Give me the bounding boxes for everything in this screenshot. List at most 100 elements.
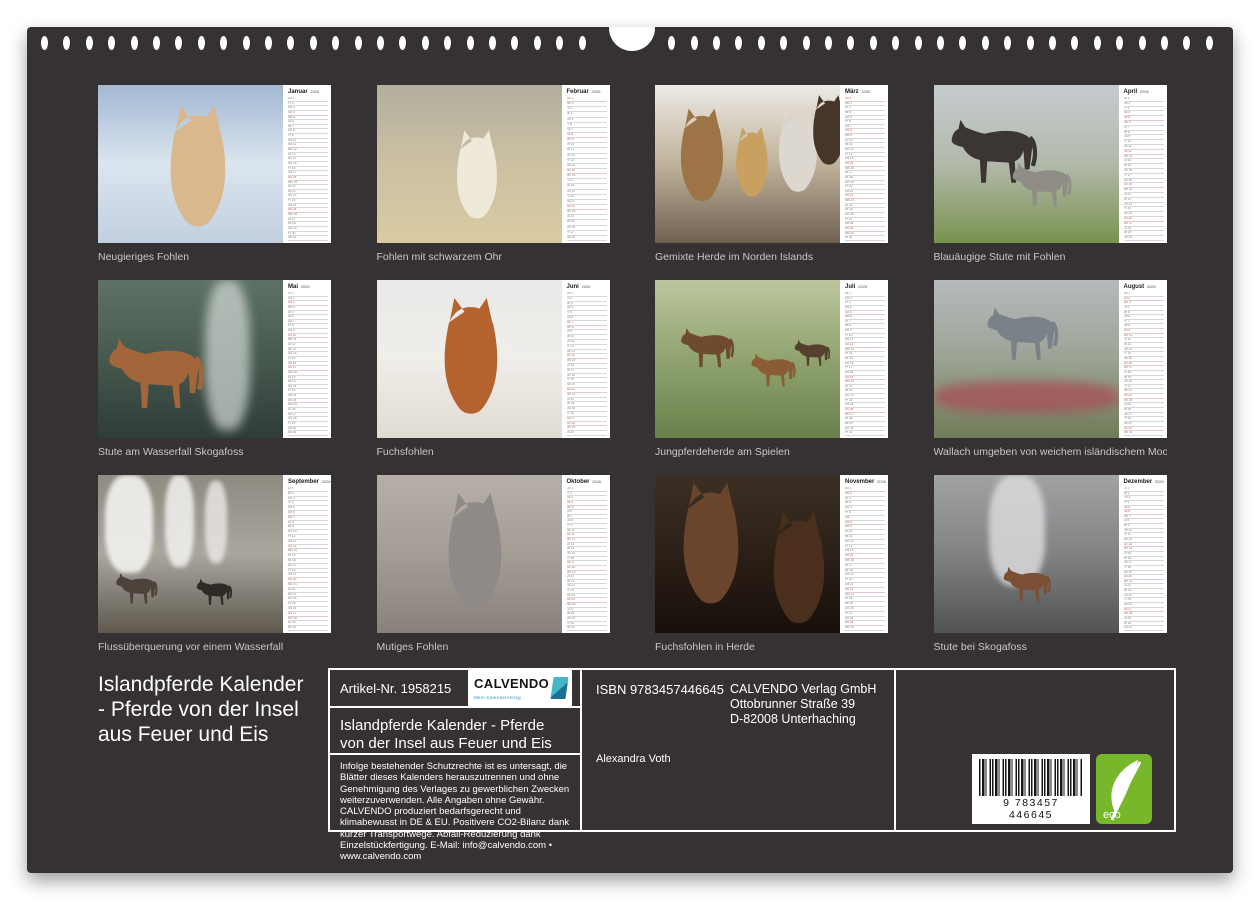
date-column: August 2026 Sa 1So 2Mo 3Di 4Mi 5Do 6Fr 7… [1119,280,1167,438]
binding-hole [1183,36,1190,50]
binding-hole [399,36,406,50]
month-title: Oktober 2026 [567,479,607,485]
month-card: November 2026 So 1Mo 2Di 3Mi 4Do 5Fr 6Sa… [655,475,888,653]
horse-photo [934,475,1119,633]
photo-caption: Fohlen mit schwarzem Ohr [377,251,610,263]
publisher-street: Ottobrunner Straße 39 [730,697,880,712]
binding-hole [265,36,272,50]
binding-hole [131,36,138,50]
month-title: August 2026 [1124,284,1164,290]
date-column: März 2026 So 1Mo 2Di 3Mi 4Do 5Fr 6Sa 7So… [840,85,888,243]
binding-hole [108,36,115,50]
day-row: Fr 31 [845,431,885,436]
date-column: November 2026 So 1Mo 2Di 3Mi 4Do 5Fr 6Sa… [840,475,888,633]
binding-hole [153,36,160,50]
binding-hole [713,36,720,50]
day-list: Mo 1Di 2Mi 3Do 4Fr 5Sa 6So 7Mo 8Di 9Mi 1… [567,292,607,436]
binding-hole [691,36,698,50]
horse-photo [655,280,840,438]
binding-hole [1206,36,1213,50]
imprint-left-column: Artikel-Nr. 1958215 CALVENDO Mein Kalend… [330,670,582,830]
binding-hole [959,36,966,50]
binding-hole [915,36,922,50]
day-list: Di 1Mi 2Do 3Fr 4Sa 5So 6Mo 7Di 8Mi 9Do 1… [288,487,328,631]
binding-hole [534,36,541,50]
horse-silhouette-icon [799,94,840,166]
horse-silhouette-icon [792,337,836,368]
article-number: Artikel-Nr. 1958215 [340,681,451,696]
horse-photo [655,85,840,243]
horse-photo [377,475,562,633]
author-name: Alexandra Voth [596,753,880,765]
binding-hole [511,36,518,50]
month-sheet: Dezember 2026 Di 1Mi 2Do 3Fr 4Sa 5So 6Mo… [934,475,1167,633]
day-row: Di 31 [845,236,885,241]
month-card: Juli 2026 Mi 1Do 2Fr 3Sa 4So 5Mo 6Di 7Mi… [655,280,888,458]
binding-hole [198,36,205,50]
month-title: Dezember 2026 [1124,479,1164,485]
month-sheet: August 2026 Sa 1So 2Mo 3Di 4Mi 5Do 6Fr 7… [934,280,1167,438]
horse-silhouette-icon [1000,563,1059,604]
horse-photo [377,280,562,438]
horse-photo [377,85,562,243]
month-card: September 2026 Di 1Mi 2Do 3Fr 4Sa 5So 6M… [98,475,331,653]
date-column: Juni 2026 Mo 1Di 2Mi 3Do 4Fr 5Sa 6So 7Mo… [562,280,610,438]
binding-hole [780,36,787,50]
day-list: Do 1Fr 2Sa 3So 4Mo 5Di 6Mi 7Do 8Fr 9Sa 1… [567,487,607,631]
binding-hole [668,36,675,50]
binding-hole [803,36,810,50]
day-list: Mi 1Do 2Fr 3Sa 4So 5Mo 6Di 7Mi 8Do 9Fr 1… [845,292,885,436]
month-card: Mai 2026 Fr 1Sa 2So 3Mo 4Di 5Mi 6Do 7Fr … [98,280,331,458]
date-column: September 2026 Di 1Mi 2Do 3Fr 4Sa 5So 6M… [283,475,331,633]
horse-photo [934,85,1119,243]
date-column: Mai 2026 Fr 1Sa 2So 3Mo 4Di 5Mi 6Do 7Fr … [283,280,331,438]
day-row: Mo 30 [845,626,885,631]
photo-highlight-band [205,481,227,563]
binding-hole [735,36,742,50]
horse-silhouette-icon [982,302,1071,363]
month-title: November 2026 [845,479,885,485]
day-list: Do 1Fr 2Sa 3So 4Mo 5Di 6Mi 7Do 8Fr 9Sa 1… [288,97,328,241]
photo-caption: Fuchsfohlen [377,446,610,458]
month-card: Dezember 2026 Di 1Mi 2Do 3Fr 4Sa 5So 6Mo… [934,475,1167,653]
photo-caption: Fuchsfohlen in Herde [655,641,888,653]
photo-highlight-band [105,475,153,573]
binding-hole [41,36,48,50]
day-list: Fr 1Sa 2So 3Mo 4Di 5Mi 6Do 7Fr 8Sa 9So 1… [288,292,328,436]
publisher-address: CALVENDO Verlag GmbH Ottobrunner Straße … [730,682,880,727]
month-card: Oktober 2026 Do 1Fr 2Sa 3So 4Mo 5Di 6Mi … [377,475,610,653]
day-list: Di 1Mi 2Do 3Fr 4Sa 5So 6Mo 7Di 8Mi 9Do 1… [1124,487,1164,631]
binding-hole [1161,36,1168,50]
barcode-bars-icon [979,759,1083,796]
binding-hole [489,36,496,50]
imprint-box: Artikel-Nr. 1958215 CALVENDO Mein Kalend… [328,668,1176,832]
day-row: Mi 30 [288,626,328,631]
photo-caption: Mutiges Fohlen [377,641,610,653]
article-number-row: Artikel-Nr. 1958215 CALVENDO Mein Kalend… [330,670,580,708]
binding-hole [1094,36,1101,50]
calvendo-logo: CALVENDO Mein Kalenderverlag [468,670,572,706]
horse-photo [98,475,283,633]
day-list: So 1Mo 2Di 3Mi 4Do 5Fr 6Sa 7So 8Mo 9Di 1… [567,97,607,241]
horse-silhouette-icon [194,576,238,607]
photo-caption: Blauäugige Stute mit Fohlen [934,251,1167,263]
month-sheet: April 2026 Mi 1Do 2Fr 3Sa 4So 5Mo 6Di 7M… [934,85,1167,243]
day-list: Mi 1Do 2Fr 3Sa 4So 5Mo 6Di 7Mi 8Do 9Fr 1… [1124,97,1164,241]
date-column: Oktober 2026 Do 1Fr 2Sa 3So 4Mo 5Di 6Mi … [562,475,610,633]
month-title: September 2026 [288,479,328,485]
product-title: Islandpferde Kalender - Pferde von der I… [330,708,580,755]
month-sheet: Februar 2026 So 1Mo 2Di 3Mi 4Do 5Fr 6Sa … [377,85,610,243]
binding-hole [847,36,854,50]
binding-hole [556,36,563,50]
month-title: Juni 2026 [567,284,607,290]
month-sheet: November 2026 So 1Mo 2Di 3Mi 4Do 5Fr 6Sa… [655,475,888,633]
horse-photo [934,280,1119,438]
horse-silhouette-icon [439,129,509,220]
binding-hole [758,36,765,50]
horse-silhouette-icon [102,331,220,412]
month-card: April 2026 Mi 1Do 2Fr 3Sa 4So 5Mo 6Di 7M… [934,85,1167,263]
binding-hole [332,36,339,50]
binding-hole [1027,36,1034,50]
month-sheet: September 2026 Di 1Mi 2Do 3Fr 4Sa 5So 6M… [98,475,331,633]
binding-hole [287,36,294,50]
